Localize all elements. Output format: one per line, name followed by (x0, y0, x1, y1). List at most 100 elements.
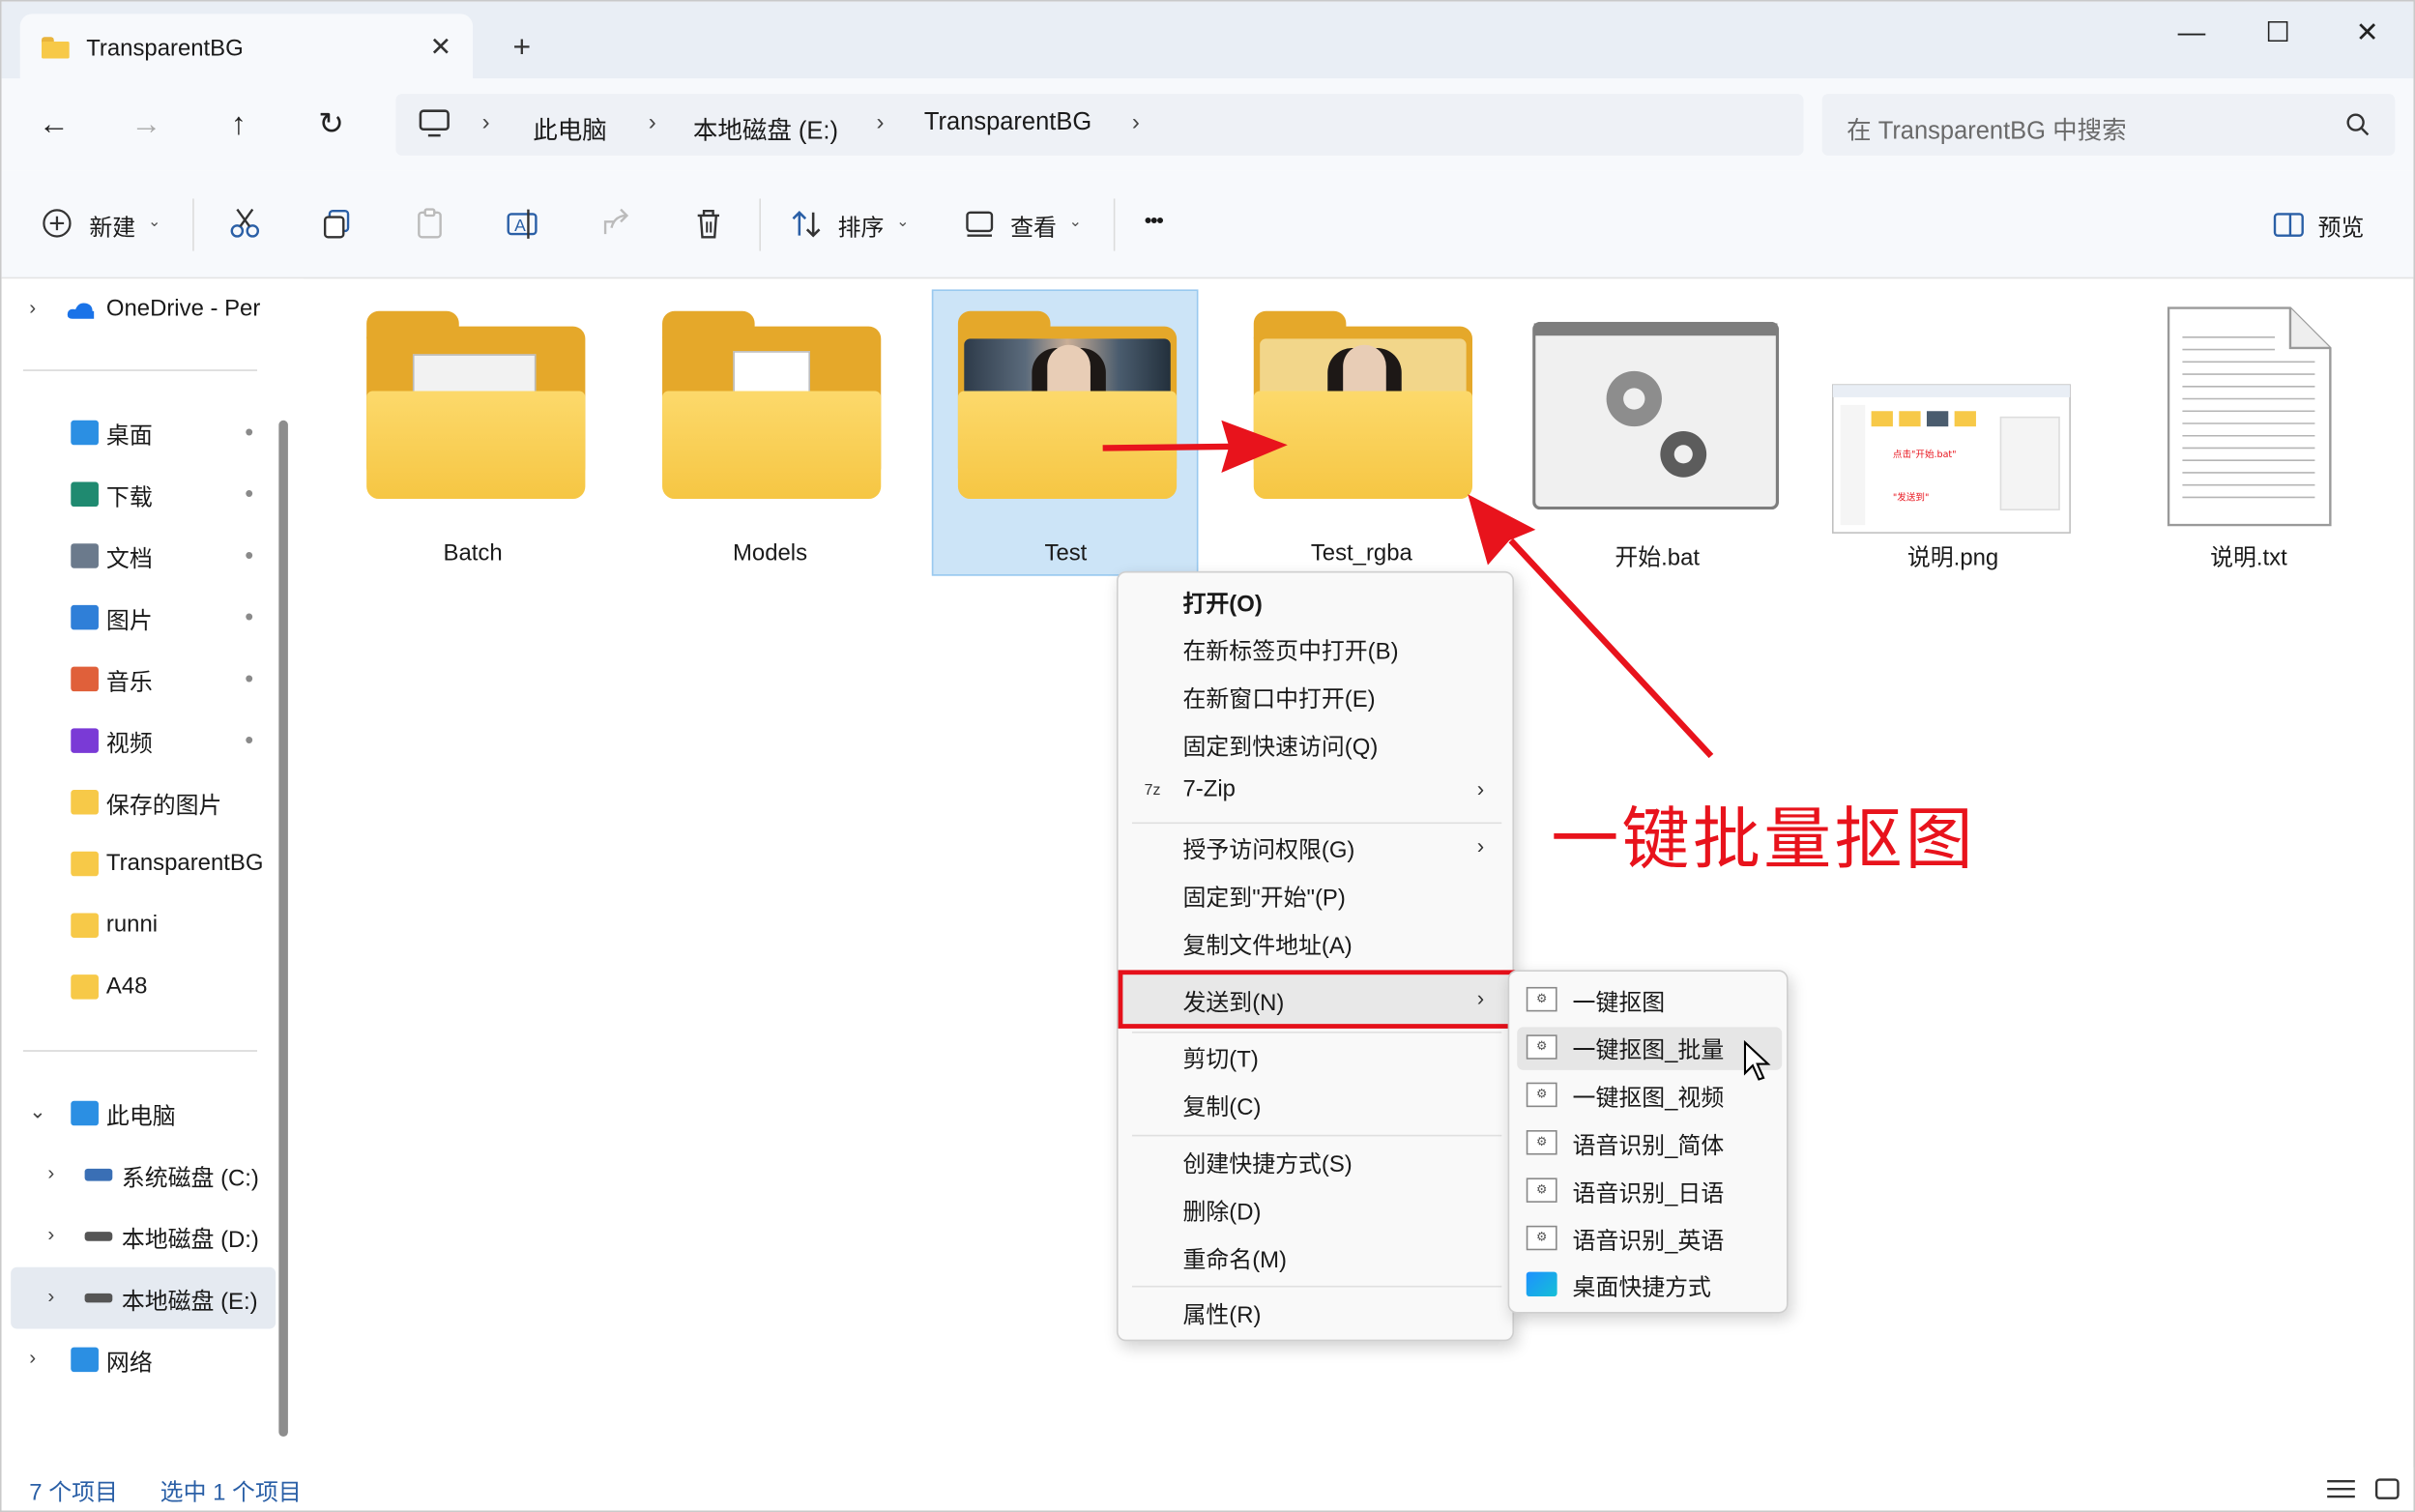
send-to-one-click-matting-batch[interactable]: 一键抠图_批量 (1573, 1033, 1725, 1065)
breadcrumb-drive-e[interactable]: 本地磁盘 (E:) (693, 109, 838, 146)
sidebar-item-quick[interactable]: A48 (2, 959, 279, 1014)
collapse-icon[interactable]: ⌄ (29, 1099, 45, 1123)
up-button[interactable]: ↑ (218, 103, 261, 147)
menu-item-pin-start[interactable]: 固定到"开始"(P) (1183, 881, 1346, 913)
sidebar-item-quick[interactable]: 音乐 • (2, 652, 279, 707)
sidebar-divider (22, 369, 258, 371)
pin-icon[interactable]: • (245, 421, 253, 449)
send-to-speech-recognition-simplified[interactable]: 语音识别_简体 (1573, 1128, 1725, 1160)
menu-item-delete[interactable]: 删除(D) (1183, 1195, 1262, 1227)
send-to-one-click-matting-video[interactable]: 一键抠图_视频 (1573, 1081, 1725, 1113)
sidebar-item-quick[interactable]: 下载 • (2, 467, 279, 522)
sidebar-item-quick[interactable]: 保存的图片 (2, 774, 279, 829)
menu-item-copy[interactable]: 复制(C) (1183, 1090, 1262, 1122)
expand-icon[interactable]: › (47, 1161, 54, 1184)
sidebar-divider (22, 1050, 258, 1052)
refresh-button[interactable]: ↻ (309, 103, 353, 147)
breadcrumb-separator: › (648, 109, 656, 136)
menu-separator (1131, 1134, 1502, 1137)
breadcrumb-this-pc[interactable]: 此电脑 (533, 109, 606, 146)
sidebar-item-quick[interactable]: runni (2, 898, 279, 953)
sidebar-scrollbar[interactable] (278, 420, 288, 1437)
tiles-view-icon[interactable] (2373, 1476, 2401, 1500)
menu-item-send-to[interactable]: 发送到(N) (1183, 985, 1285, 1017)
menu-item-cut[interactable]: 剪切(T) (1183, 1042, 1259, 1074)
breadcrumb-dropdown[interactable]: › (1132, 109, 1140, 135)
menu-item-copy-path[interactable]: 复制文件地址(A) (1183, 928, 1353, 960)
more-options-button[interactable]: ••• (1145, 208, 1164, 232)
close-tab-icon[interactable]: ✕ (429, 32, 451, 63)
paste-icon[interactable] (413, 206, 447, 240)
copy-icon[interactable] (320, 206, 354, 240)
sidebar-item-quick[interactable]: TransparentBG (2, 836, 279, 891)
pin-icon[interactable]: • (245, 605, 253, 633)
menu-item-create-shortcut[interactable]: 创建快捷方式(S) (1183, 1148, 1353, 1179)
search-box[interactable]: 在 TransparentBG 中搜索 (1821, 94, 2396, 156)
pin-icon[interactable]: • (245, 728, 253, 756)
sidebar-item-label: 本地磁盘 (D:) (121, 1227, 259, 1254)
file-readme-txt[interactable]: 说明.txt (2116, 291, 2381, 576)
menu-item-open[interactable]: 打开(O) (1183, 587, 1263, 619)
menu-item-pin-quick-access[interactable]: 固定到快速访问(Q) (1183, 730, 1379, 762)
sidebar-item-network[interactable]: › 网络 (2, 1332, 279, 1387)
minimize-button[interactable]: — (2161, 11, 2223, 54)
sidebar-item-drive-d[interactable]: › 本地磁盘 (D:) (2, 1208, 279, 1264)
delete-icon[interactable] (691, 206, 725, 240)
pin-icon[interactable]: • (245, 482, 253, 510)
expand-icon[interactable]: › (29, 296, 36, 319)
windows-drive-icon (84, 1168, 113, 1181)
sidebar-item-drive-e[interactable]: › 本地磁盘 (E:) (2, 1270, 279, 1325)
sidebar-item-this-pc[interactable]: ⌄ 此电脑 (2, 1086, 279, 1141)
sidebar-item-label: 桌面 (105, 422, 153, 451)
view-button[interactable]: 查看 (1010, 211, 1057, 243)
folder-models[interactable]: Models (638, 291, 903, 576)
expand-icon[interactable]: › (47, 1284, 54, 1307)
tab-transparentbg[interactable]: TransparentBG ✕ (19, 14, 474, 79)
forward-button[interactable]: → (125, 103, 168, 147)
close-window-button[interactable]: ✕ (2337, 11, 2399, 54)
selected-count: 选中 1 个项目 (160, 1479, 302, 1506)
rename-icon[interactable]: A (506, 206, 539, 240)
menu-item-open-new-window[interactable]: 在新窗口中打开(E) (1183, 683, 1376, 714)
menu-item-open-new-tab[interactable]: 在新标签页中打开(B) (1183, 634, 1399, 666)
menu-item-rename[interactable]: 重命名(M) (1183, 1242, 1288, 1274)
sidebar-item-label: 网络 (105, 1350, 153, 1377)
menu-item-7zip[interactable]: 7-Zip (1183, 776, 1236, 802)
sidebar-item-label: 本地磁盘 (E:) (121, 1289, 258, 1316)
preview-button[interactable]: 预览 (2318, 211, 2365, 243)
send-to-one-click-matting[interactable]: 一键抠图 (1573, 985, 1666, 1017)
expand-icon[interactable]: › (47, 1223, 54, 1246)
pin-icon[interactable]: • (245, 543, 253, 571)
new-tab-button[interactable]: + (513, 31, 532, 67)
menu-item-properties[interactable]: 属性(R) (1183, 1298, 1262, 1330)
shortcut-icon: ⚙ (1526, 1130, 1557, 1155)
toolbar-divider (759, 198, 761, 251)
share-icon[interactable] (599, 206, 633, 240)
svg-text:点击"开始.bat": 点击"开始.bat" (1893, 449, 1957, 460)
maximize-button[interactable]: ☐ (2247, 11, 2309, 54)
pin-icon[interactable]: • (245, 667, 253, 695)
file-explorer-window: TransparentBG ✕ + — ☐ ✕ ← → ↑ ↻ › 此电脑 › … (0, 0, 2415, 1512)
search-icon[interactable] (2345, 112, 2370, 136)
cut-icon[interactable] (228, 206, 262, 240)
details-view-icon[interactable] (2324, 1476, 2358, 1500)
folder-icon (71, 851, 99, 877)
expand-icon[interactable]: › (29, 1346, 36, 1369)
send-to-speech-recognition-japanese[interactable]: 语音识别_日语 (1573, 1177, 1725, 1208)
sort-button[interactable]: 排序 (838, 211, 885, 243)
menu-item-grant-access[interactable]: 授予访问权限(G) (1183, 833, 1355, 865)
breadcrumb-transparentbg[interactable]: TransparentBG (924, 109, 1091, 137)
sidebar-item-drive-c[interactable]: › 系统磁盘 (C:) (2, 1148, 279, 1203)
sidebar-item-onedrive[interactable]: › OneDrive - Per (2, 281, 279, 336)
file-readme-png[interactable]: 点击"开始.bat" "发送到" 说明.png (1820, 291, 2085, 576)
sidebar-item-quick[interactable]: 视频 • (2, 712, 279, 768)
new-button[interactable]: 新建 (89, 211, 135, 243)
folder-batch[interactable]: Batch (340, 291, 605, 576)
sidebar-item-quick[interactable]: 图片 • (2, 590, 279, 645)
address-bar[interactable] (395, 94, 1804, 156)
send-to-speech-recognition-english[interactable]: 语音识别_英语 (1573, 1224, 1725, 1256)
sidebar-item-quick[interactable]: 文档 • (2, 528, 279, 583)
send-to-desktop-shortcut[interactable]: 桌面快捷方式 (1573, 1270, 1711, 1302)
sidebar-item-quick[interactable]: 桌面 • (2, 405, 279, 460)
back-button[interactable]: ← (32, 103, 75, 147)
